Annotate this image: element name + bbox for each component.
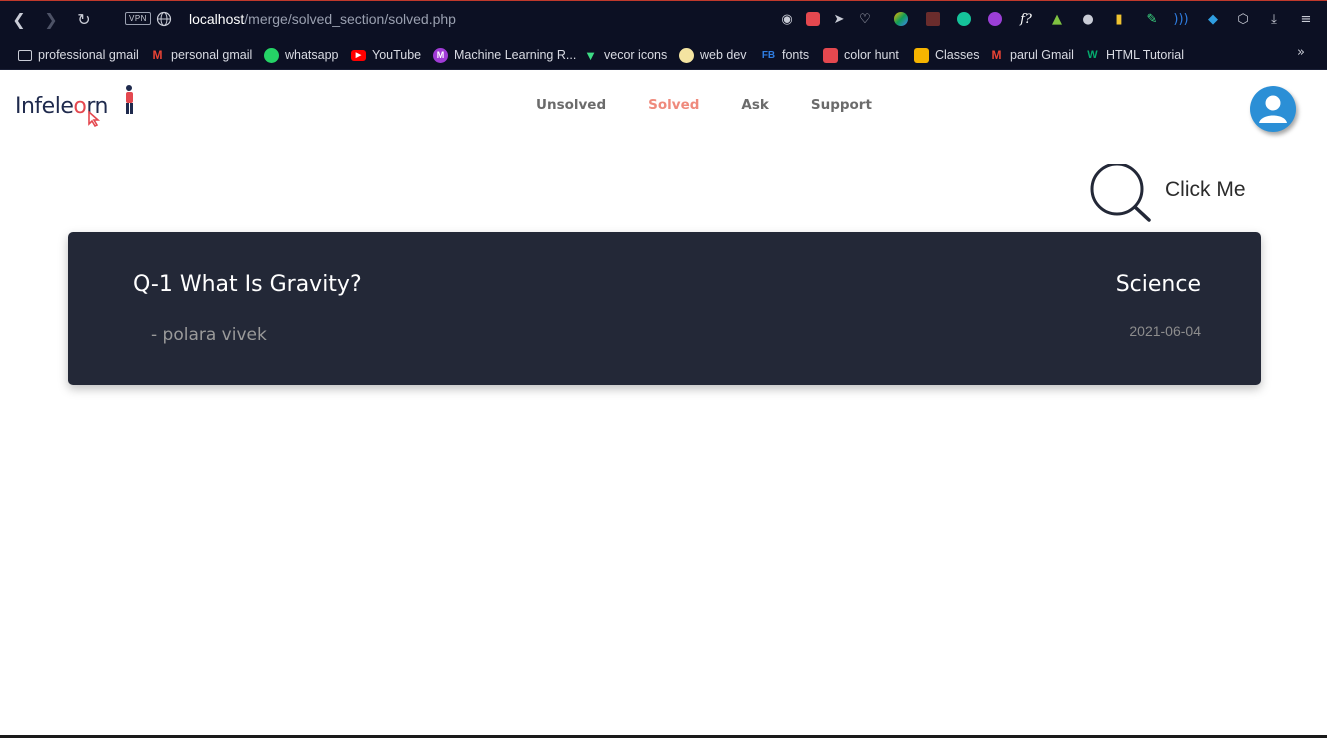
bookmark-item[interactable]: ▶ YouTube <box>351 46 421 64</box>
nav-ask[interactable]: Ask <box>741 97 768 113</box>
bookmark-item[interactable]: ▼ vecor icons <box>583 46 667 64</box>
box-icon[interactable]: ⬡ <box>1235 11 1251 27</box>
forward-icon[interactable]: ❯ <box>40 8 62 30</box>
user-icon <box>1259 95 1287 123</box>
fonts-icon: FB <box>761 49 776 61</box>
logo-pointer-icon <box>88 110 101 128</box>
colorful-extension-icon[interactable] <box>893 11 909 27</box>
bookmark-item[interactable]: W HTML Tutorial <box>1085 46 1184 64</box>
folder-icon <box>18 49 32 61</box>
menu-icon[interactable]: ≡ <box>1298 11 1314 27</box>
cube-icon[interactable] <box>925 11 941 27</box>
diamond-icon[interactable]: ◆ <box>1205 11 1221 27</box>
question-category: Science <box>1115 272 1201 297</box>
eyedropper-icon[interactable]: ✎ <box>1144 11 1160 27</box>
whatsapp-icon <box>264 47 279 63</box>
heart-icon[interactable]: ♡ <box>857 11 873 27</box>
classroom-icon <box>914 47 929 63</box>
wifi-icon[interactable]: ))) <box>1173 11 1189 27</box>
bookmark-label: YouTube <box>372 48 422 62</box>
bookmark-label: fonts <box>782 48 810 62</box>
question-card[interactable]: Q-1 What Is Gravity? - polara vivek Scie… <box>68 232 1261 385</box>
nav-support[interactable]: Support <box>811 97 872 113</box>
logo-figure-icon <box>126 85 133 114</box>
bookmark-label: whatsapp <box>285 48 339 62</box>
bookmark-item[interactable]: Mpersonal gmail <box>150 46 253 64</box>
vpn-badge[interactable]: VPN <box>125 12 151 25</box>
bookmark-label: web dev <box>700 48 747 62</box>
main-nav: Unsolved Solved Ask Support <box>536 97 872 113</box>
youtube-icon: ▶ <box>351 49 366 61</box>
webdev-icon <box>679 47 694 63</box>
nav-unsolved[interactable]: Unsolved <box>536 97 606 113</box>
nav-solved[interactable]: Solved <box>648 97 699 113</box>
bookmark-item[interactable]: professional gmail <box>18 46 139 64</box>
bookmark-label: Machine Learning R... <box>454 48 577 62</box>
gmail-icon: M <box>991 48 1002 62</box>
bookmark-label: personal gmail <box>171 48 253 62</box>
bug-icon[interactable]: ● <box>1080 11 1096 27</box>
back-icon[interactable]: ❮ <box>8 8 30 30</box>
purple-extension-icon[interactable] <box>987 11 1003 27</box>
user-avatar-icon[interactable] <box>1250 86 1296 132</box>
question-title[interactable]: Q-1 What Is Gravity? <box>133 272 362 297</box>
url-path: /merge/solved_section/solved.php <box>244 11 456 27</box>
address-bar[interactable]: localhost/merge/solved_section/solved.ph… <box>189 11 456 27</box>
reload-icon[interactable]: ↻ <box>73 8 95 30</box>
bookmark-item[interactable]: M Machine Learning R... <box>433 46 576 64</box>
gmail-icon: M <box>152 48 163 62</box>
shield-icon[interactable] <box>805 11 821 27</box>
camera-icon[interactable]: ◉ <box>779 11 795 27</box>
w3-icon: W <box>1087 49 1098 61</box>
search-label[interactable]: Click Me <box>1165 178 1246 202</box>
bookmark-label: professional gmail <box>38 48 139 62</box>
font-finder-icon[interactable]: f? <box>1018 11 1034 27</box>
jar-icon[interactable]: ▮ <box>1111 11 1127 27</box>
bookmark-label: color hunt <box>844 48 899 62</box>
url-host: localhost <box>189 11 245 27</box>
download-icon[interactable]: ⤓ <box>1266 11 1282 27</box>
bookmark-item[interactable]: FB fonts <box>761 46 809 64</box>
bookmark-item[interactable]: color hunt <box>823 46 899 64</box>
globe-icon <box>156 11 172 27</box>
bookmark-label: vecor icons <box>604 48 668 62</box>
send-icon[interactable]: ➤ <box>831 11 847 27</box>
question-author: - polara vivek <box>151 325 267 345</box>
m-icon: M <box>433 47 448 63</box>
colorhunt-icon <box>823 47 838 63</box>
bookmark-label: Classes <box>935 48 980 62</box>
search-icon[interactable] <box>1088 164 1154 224</box>
vector-icon: ▼ <box>584 47 597 63</box>
bookmark-item[interactable]: Mparul Gmail <box>989 46 1074 64</box>
tree-icon[interactable]: ▲ <box>1049 11 1065 27</box>
bookmark-item[interactable]: web dev <box>679 46 747 64</box>
site-logo[interactable]: Infeleorn <box>15 82 140 130</box>
bookmark-label: parul Gmail <box>1010 48 1074 62</box>
bookmark-label: HTML Tutorial <box>1106 48 1185 62</box>
question-date: 2021-06-04 <box>1129 323 1201 339</box>
more-bookmarks-icon[interactable]: » <box>1297 45 1305 60</box>
bookmark-item[interactable]: Classes <box>914 46 979 64</box>
grammarly-icon[interactable] <box>956 11 972 27</box>
bookmark-item[interactable]: whatsapp <box>264 46 339 64</box>
